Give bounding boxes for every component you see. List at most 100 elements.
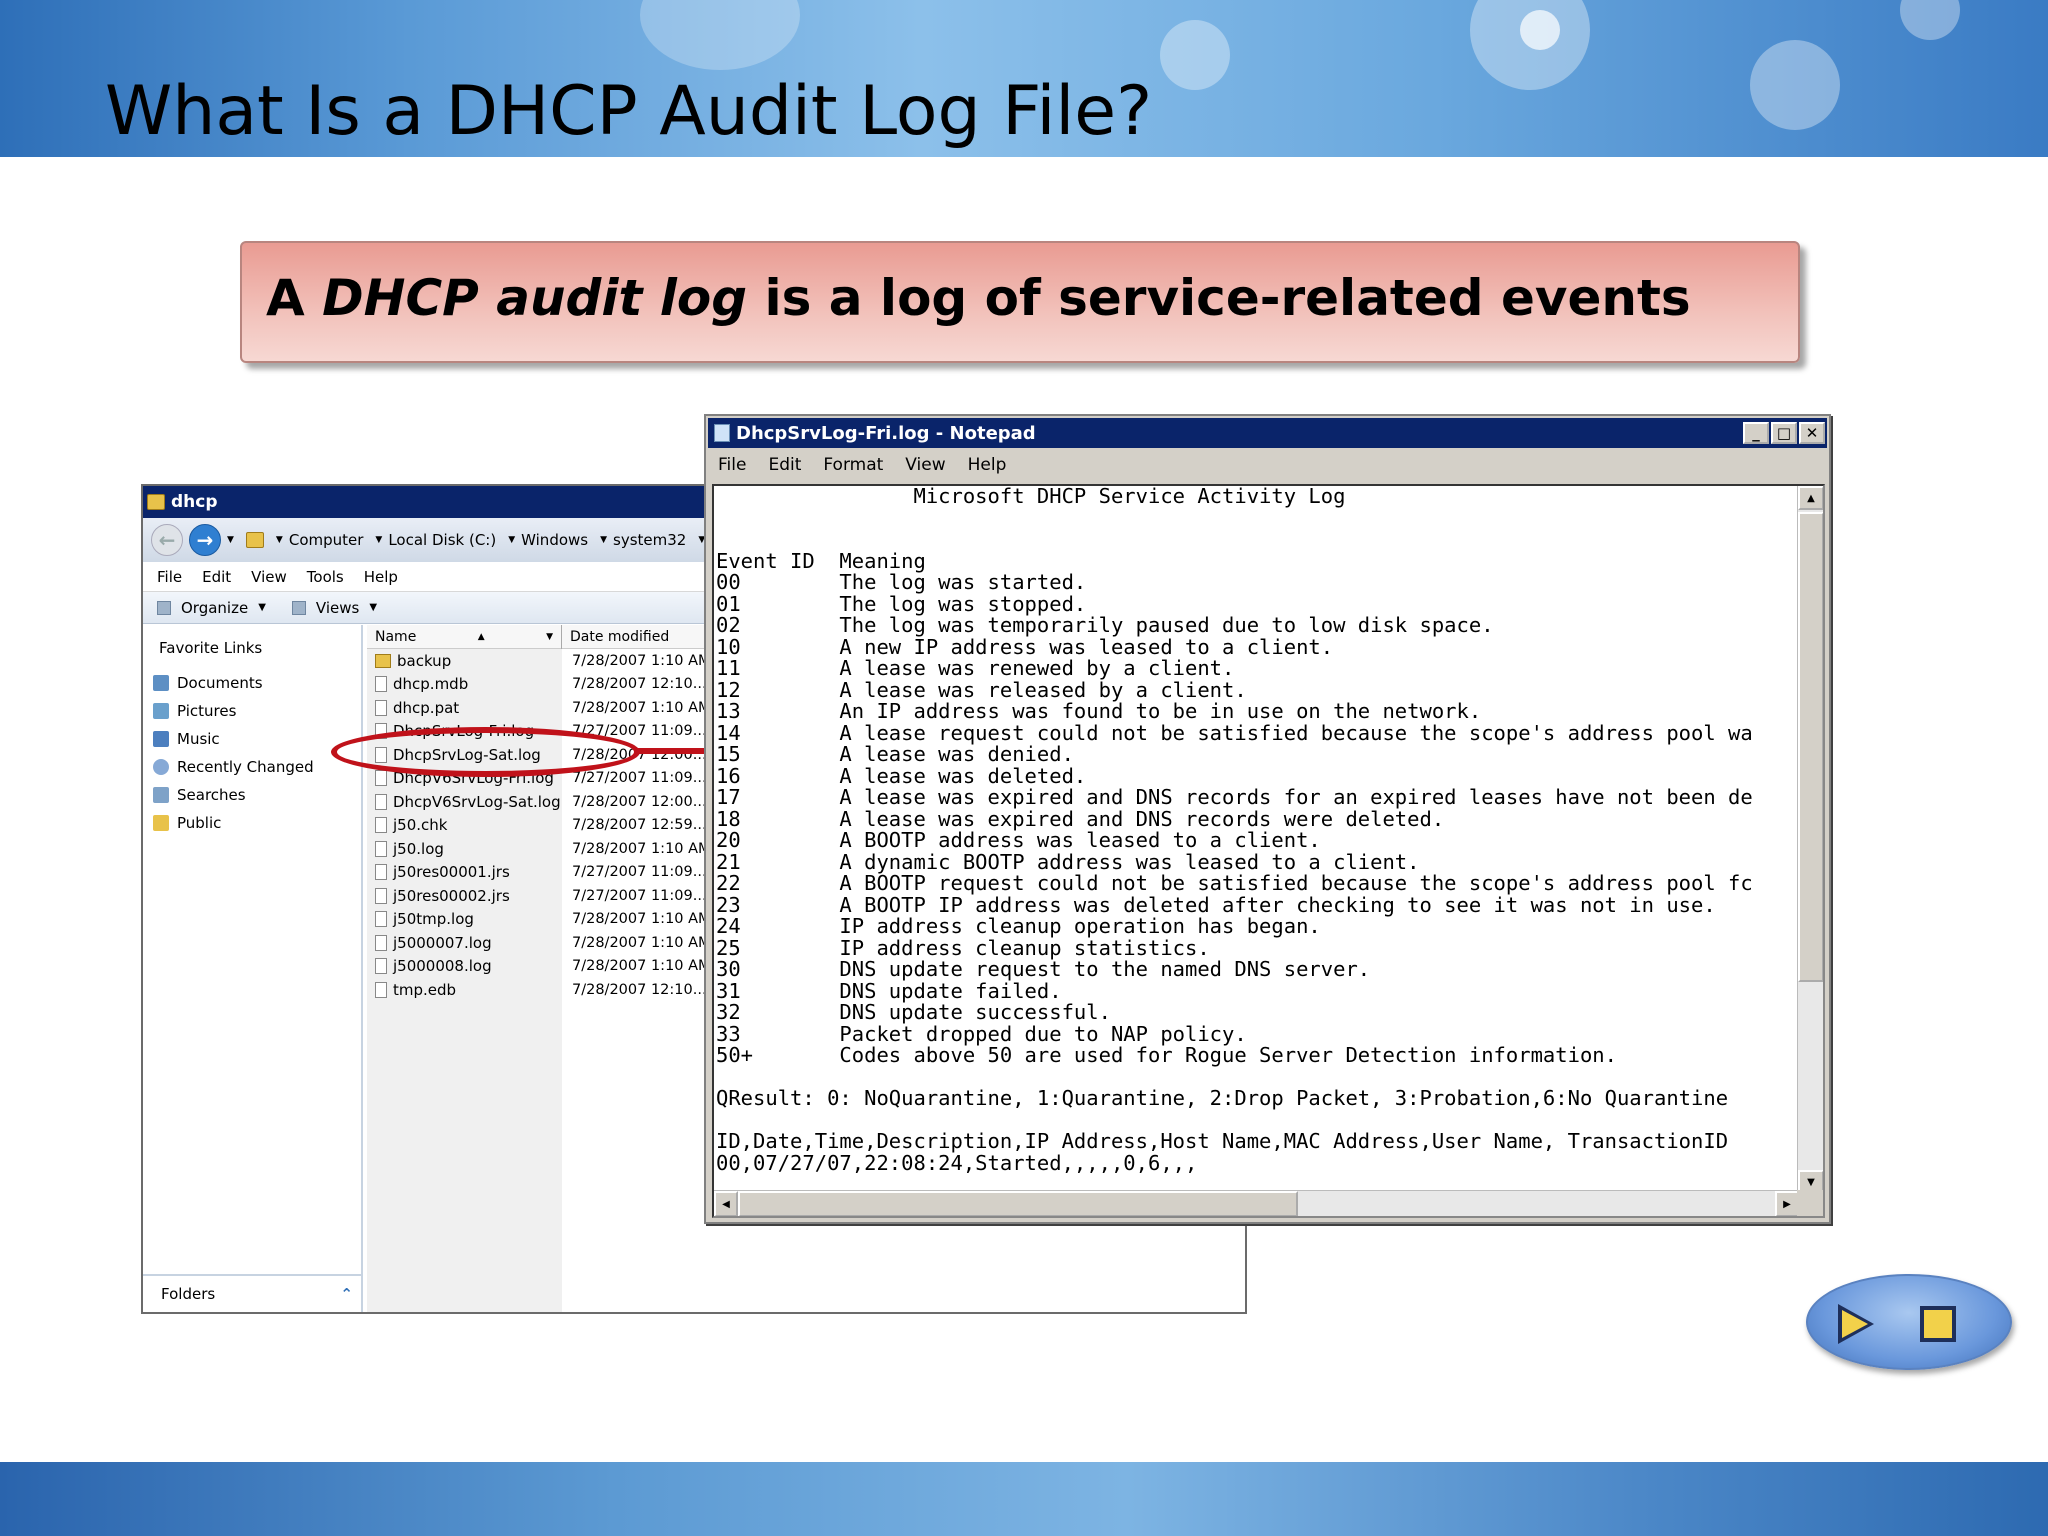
breadcrumb-computer[interactable]: ▼ Computer — [276, 531, 364, 549]
log-line: 14 A lease request could not be satisfie… — [716, 720, 1753, 745]
scroll-left-icon[interactable]: ◀ — [714, 1191, 738, 1216]
play-icon-fill[interactable] — [1842, 1310, 1868, 1338]
nav-item-documents[interactable]: Documents — [143, 669, 361, 697]
chevron-down-icon[interactable]: ▼ — [369, 602, 377, 613]
forward-arrow-icon[interactable]: → — [189, 524, 221, 556]
scroll-up-icon[interactable]: ▲ — [1798, 486, 1823, 510]
notepad-text-area[interactable]: Microsoft DHCP Service Activity Log Event… — [712, 484, 1825, 1218]
file-name-cell: j50res00002.jrs — [367, 887, 562, 905]
file-date-cell: 7/27/2007 11:09... — [572, 770, 707, 787]
log-line: 23 A BOOTP IP address was deleted after … — [716, 892, 1716, 917]
file-icon — [375, 864, 387, 881]
vertical-scrollbar[interactable]: ▲ ▼ — [1797, 486, 1823, 1194]
vertical-scroll-thumb[interactable] — [1798, 512, 1823, 982]
folder-icon — [245, 532, 264, 548]
menu-tools[interactable]: Tools — [307, 568, 344, 586]
breadcrumb-windows[interactable]: ▼ Windows — [508, 531, 588, 549]
log-line: 33 Packet dropped due to NAP policy. — [716, 1021, 1247, 1046]
file-name-cell: dhcp.mdb — [367, 675, 562, 693]
file-icon — [375, 887, 387, 904]
resize-grip-icon[interactable] — [1797, 1190, 1823, 1216]
file-icon — [375, 770, 387, 787]
log-line: 20 A BOOTP address was leased to a clien… — [716, 828, 1321, 852]
log-text: Microsoft DHCP Service Activity Log Event… — [716, 486, 1794, 1176]
notepad-menu-view[interactable]: View — [905, 455, 945, 475]
horizontal-scroll-thumb[interactable] — [738, 1191, 1298, 1216]
footer-band — [0, 1462, 2048, 1536]
nav-item-recently-changed[interactable]: Recently Changed — [143, 753, 361, 781]
file-icon — [375, 699, 387, 716]
notepad-title: DhcpSrvLog-Fri.log - Notepad — [736, 422, 1036, 444]
notepad-menu-file[interactable]: File — [718, 455, 746, 475]
maximize-button[interactable]: □ — [1771, 422, 1797, 444]
log-line: Event ID Meaning — [716, 548, 926, 573]
chevron-down-icon[interactable]: ▼ — [258, 602, 266, 613]
menu-view[interactable]: View — [251, 568, 287, 586]
file-date-cell: 7/28/2007 12:00... — [572, 793, 707, 810]
log-line: Microsoft DHCP Service Activity Log — [716, 486, 1346, 508]
file-date-cell: 7/28/2007 12:10... — [572, 981, 707, 998]
log-line: 22 A BOOTP request could not be satisfie… — [716, 871, 1753, 895]
file-date-cell: 7/28/2007 1:10 AM — [572, 958, 711, 975]
file-icon — [375, 934, 387, 951]
file-date-cell: 7/28/2007 12:59... — [572, 817, 707, 834]
highlight-ellipse — [331, 727, 640, 777]
notepad-icon — [714, 424, 730, 442]
log-line: 50+ Codes above 50 are used for Rogue Se… — [716, 1043, 1617, 1067]
navigation-pane: Favorite Links Documents Pictures Music … — [143, 625, 363, 1312]
horizontal-scrollbar[interactable]: ◀ ▶ — [714, 1190, 1799, 1216]
file-name-cell: tmp.edb — [367, 981, 562, 999]
folder-icon — [147, 494, 165, 510]
breadcrumb-local-disk[interactable]: ▼ Local Disk (C:) — [375, 531, 496, 549]
minimize-button[interactable]: _ — [1743, 422, 1769, 444]
log-line: 30 DNS update request to the named DNS s… — [716, 957, 1371, 981]
nav-item-pictures[interactable]: Pictures — [143, 697, 361, 725]
nav-item-searches[interactable]: Searches — [143, 781, 361, 809]
notepad-menu-format[interactable]: Format — [823, 455, 883, 475]
notepad-menu-help[interactable]: Help — [968, 455, 1007, 475]
stop-icon[interactable] — [1920, 1306, 1956, 1342]
organize-button[interactable]: Organize — [181, 599, 248, 617]
folder-icon — [375, 653, 391, 668]
file-name-cell: j5000007.log — [367, 934, 562, 952]
file-date-cell: 7/27/2007 11:09... — [572, 887, 707, 904]
column-date-modified[interactable]: Date modified▼ — [562, 625, 722, 649]
chevron-down-icon[interactable]: ▼ — [227, 535, 234, 545]
nav-item-public[interactable]: Public — [143, 809, 361, 837]
file-icon — [375, 793, 387, 810]
notepad-titlebar[interactable]: DhcpSrvLog-Fri.log - Notepad _ □ ✕ — [708, 418, 1827, 448]
file-icon — [375, 817, 387, 834]
log-line: 17 A lease was expired and DNS records f… — [716, 785, 1753, 809]
definition-term: DHCP audit log — [322, 269, 748, 327]
column-name[interactable]: Name ▲ ▼ — [367, 624, 562, 649]
menu-help[interactable]: Help — [364, 568, 398, 586]
file-name-cell: j50res00001.jrs — [367, 863, 562, 881]
back-arrow-icon[interactable]: ← — [151, 524, 183, 556]
file-name-cell: backup — [367, 652, 562, 670]
menu-edit[interactable]: Edit — [202, 568, 231, 586]
organize-icon — [157, 600, 171, 615]
scroll-right-icon[interactable]: ▶ — [1775, 1191, 1799, 1216]
notepad-menu-edit[interactable]: Edit — [768, 455, 801, 475]
menu-file[interactable]: File — [157, 568, 182, 586]
log-line: 13 An IP address was found to be in use … — [716, 699, 1482, 723]
public-folder-icon — [153, 815, 169, 831]
chevron-up-icon: ⌃ — [340, 1285, 353, 1303]
close-button[interactable]: ✕ — [1799, 422, 1825, 444]
log-line: 00,07/27/07,22:08:24,Started,,,,,0,6,,, — [716, 1150, 1198, 1175]
file-date-cell: 7/28/2007 1:10 AM — [572, 934, 711, 951]
file-date-cell: 7/28/2007 1:10 AM — [572, 911, 711, 928]
breadcrumb-system32[interactable]: ▼ system32 — [600, 531, 686, 549]
log-line: QResult: 0: NoQuarantine, 1:Quarantine, … — [716, 1086, 1729, 1110]
music-icon — [153, 731, 169, 747]
views-button[interactable]: Views — [316, 599, 359, 617]
file-name-cell: dhcp.pat — [367, 699, 562, 717]
folders-toggle[interactable]: Folders ⌃ — [143, 1274, 363, 1312]
definition-banner: A DHCP audit log is a log of service-rel… — [240, 241, 1800, 363]
file-date-cell: 7/28/2007 12:10... — [572, 676, 707, 693]
log-line: 21 A dynamic BOOTP address was leased to… — [716, 849, 1420, 874]
nav-item-music[interactable]: Music — [143, 725, 361, 753]
